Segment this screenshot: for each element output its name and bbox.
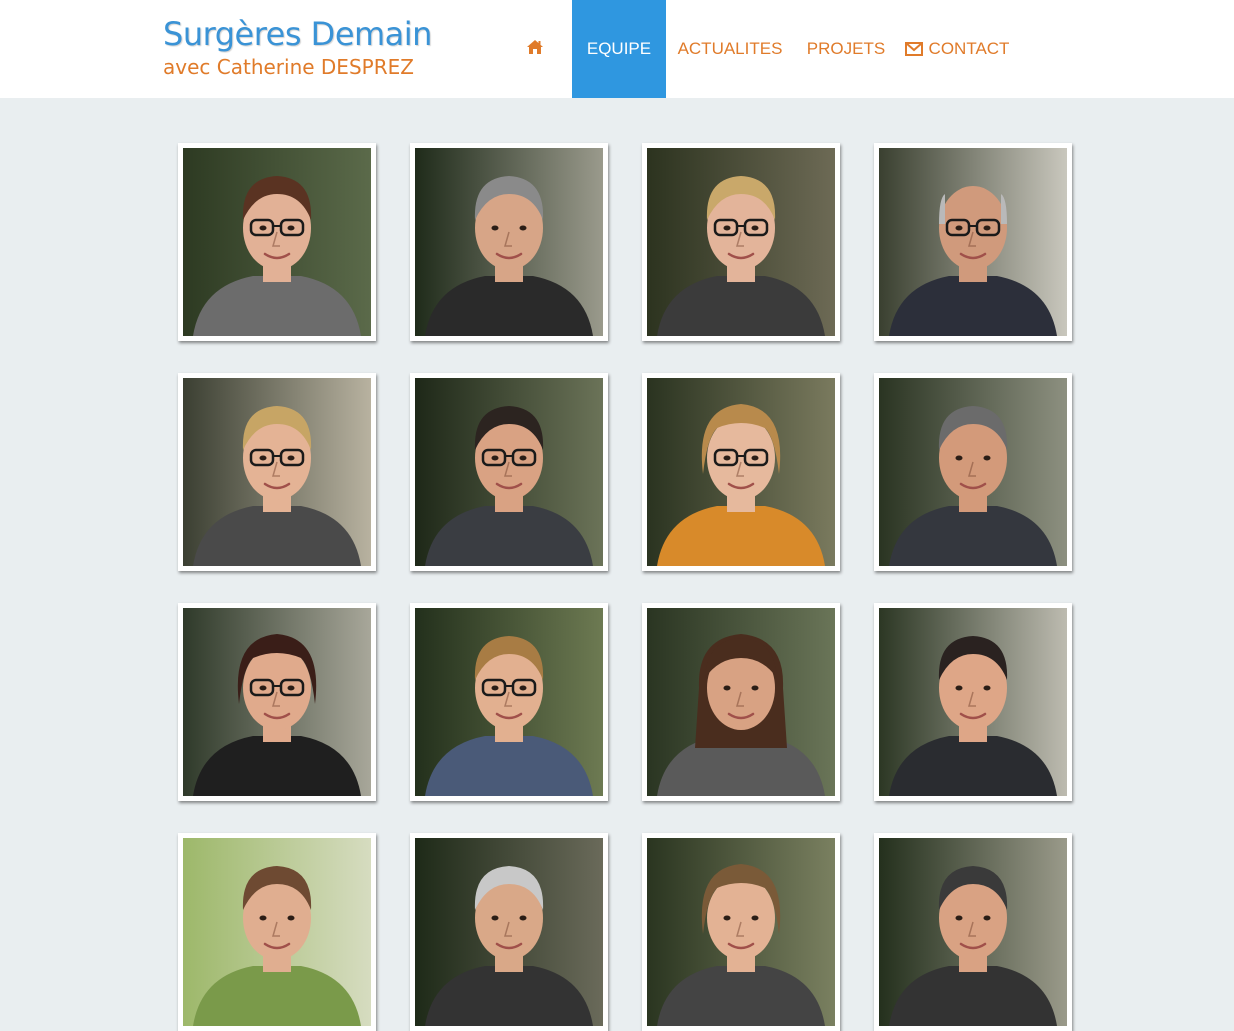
team-member-photo[interactable] — [879, 838, 1067, 1026]
team-member-photo[interactable] — [879, 608, 1067, 796]
team-member-card[interactable] — [178, 833, 376, 1031]
team-member-photo[interactable] — [415, 378, 603, 566]
team-member-card[interactable] — [410, 603, 608, 801]
team-member-card[interactable] — [410, 143, 608, 341]
team-member-card[interactable] — [874, 603, 1072, 801]
site-logo[interactable]: Surgères Demain avec Catherine DESPREZ — [163, 14, 432, 80]
team-member-card[interactable] — [642, 143, 840, 341]
team-member-card[interactable] — [642, 603, 840, 801]
nav-equipe[interactable]: EQUIPE — [572, 0, 666, 98]
team-member-photo[interactable] — [183, 148, 371, 336]
team-member-photo[interactable] — [415, 838, 603, 1026]
nav-home[interactable] — [498, 0, 572, 98]
team-member-card[interactable] — [178, 143, 376, 341]
nav-equipe-label: EQUIPE — [586, 39, 652, 58]
team-member-photo[interactable] — [647, 838, 835, 1026]
team-member-card[interactable] — [642, 373, 840, 571]
site-subtitle: avec Catherine DESPREZ — [163, 55, 414, 79]
team-member-photo[interactable] — [647, 148, 835, 336]
main-nav: EQUIPE ACTUALITES PROJETS CONTACT — [498, 0, 1016, 98]
team-member-photo[interactable] — [415, 608, 603, 796]
team-member-photo[interactable] — [183, 608, 371, 796]
home-icon — [526, 39, 544, 60]
team-member-photo[interactable] — [879, 378, 1067, 566]
team-member-photo[interactable] — [183, 838, 371, 1026]
team-member-card[interactable] — [178, 603, 376, 801]
team-member-photo[interactable] — [879, 148, 1067, 336]
team-member-card[interactable] — [410, 373, 608, 571]
team-member-photo[interactable] — [183, 378, 371, 566]
team-member-photo[interactable] — [415, 148, 603, 336]
nav-contact[interactable]: CONTACT — [898, 0, 1016, 98]
team-member-card[interactable] — [874, 373, 1072, 571]
team-member-photo[interactable] — [647, 378, 835, 566]
site-title[interactable]: Surgères Demain — [163, 14, 432, 54]
site-header: Surgères Demain avec Catherine DESPREZ E… — [0, 0, 1234, 98]
nav-actualites-label: ACTUALITES — [677, 39, 783, 58]
nav-actualites[interactable]: ACTUALITES — [666, 0, 794, 98]
team-member-card[interactable] — [874, 833, 1072, 1031]
nav-contact-label: CONTACT — [928, 39, 1010, 58]
team-member-card[interactable] — [410, 833, 608, 1031]
team-member-card[interactable] — [642, 833, 840, 1031]
nav-projets[interactable]: PROJETS — [794, 0, 898, 98]
nav-projets-label: PROJETS — [806, 39, 886, 58]
team-member-card[interactable] — [178, 373, 376, 571]
team-member-card[interactable] — [874, 143, 1072, 341]
envelope-icon — [904, 42, 923, 56]
team-member-photo[interactable] — [647, 608, 835, 796]
